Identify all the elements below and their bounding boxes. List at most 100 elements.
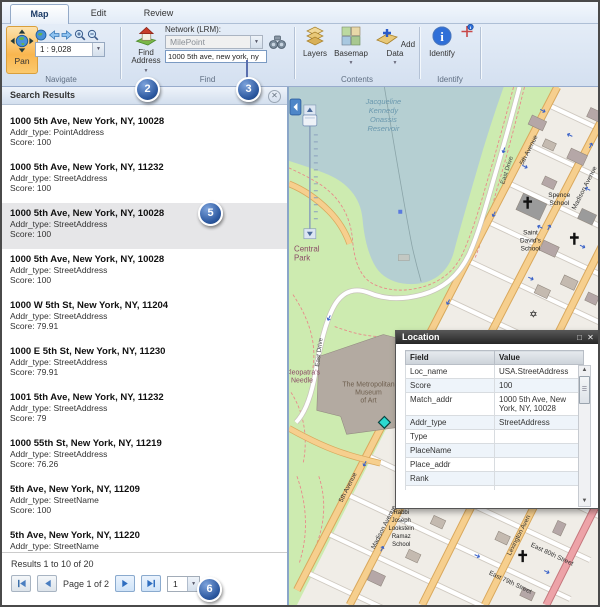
search-result-item[interactable]: 1000 5th Ave, New York, NY, 11232Addr_ty… [2,157,287,203]
search-result-item[interactable]: 5th Ave, New York, NY, 11220Addr_type: S… [2,525,287,553]
page-indicator: Page 1 of 2 [63,579,109,589]
result-score: Score: 100 [10,275,279,285]
svg-text:Jacqueline: Jacqueline [365,97,402,106]
attribute-field: Loc_name [406,365,495,379]
find-address-dropdown-arrow[interactable]: ▼ [128,67,164,76]
zoom-out-button[interactable] [87,28,99,40]
attribute-value [495,472,584,486]
group-contents: Layers Basemap ▼ [295,24,419,85]
layers-icon [304,25,326,47]
layers-button[interactable]: Layers [297,25,333,58]
ribbon-tab-bar: Map Edit Review [2,2,598,24]
last-page-button[interactable] [141,575,161,592]
pagination-controls: Page 1 of 2 1 ▼ [11,575,200,592]
add-data-button[interactable]: Add Data ▼ [375,25,415,68]
result-addr-type: Addr_type: PointAddress [10,127,279,137]
add-data-dropdown-arrow[interactable]: ▼ [375,59,415,68]
find-address-button[interactable]: Find Address ▼ [128,25,164,75]
reservoir-label: Jacqueline Kennedy Onassis Reservoir [365,97,402,133]
scroll-down-arrow[interactable]: ▼ [579,497,590,506]
first-page-button[interactable] [11,575,31,592]
tab-map[interactable]: Map [10,4,69,24]
basemap-dropdown-arrow[interactable]: ▼ [333,59,369,68]
search-result-item[interactable]: 1001 5th Ave, New York, NY, 11232Addr_ty… [2,387,287,433]
attribute-value: 100 [495,379,584,393]
tab-edit[interactable]: Edit [70,4,127,23]
svg-text:Central: Central [294,245,320,254]
group-separator [480,27,482,79]
group-identify: i Identify i Identify [420,24,480,85]
result-score: Score: 76.26 [10,459,279,469]
basemap-button[interactable]: Basemap ▼ [333,25,369,68]
search-result-item[interactable]: 5th Ave, New York, NY, 11209Addr_type: S… [2,479,287,525]
svg-text:School: School [392,542,410,548]
attribute-row-clipped [406,486,584,491]
find-address-label2: Address [128,57,164,66]
attribute-field: Rank [406,472,495,486]
svg-text:Reservoir: Reservoir [367,124,399,133]
result-score: Score: 100 [10,183,279,193]
group-find: Find Address ▼ Network (LRM): MilePoint … [121,24,294,85]
svg-text:Ramaz: Ramaz [392,534,411,540]
search-result-item[interactable]: 1000 5th Ave, New York, NY, 10028Addr_ty… [2,249,287,295]
identify-icon: i [431,25,453,47]
result-addr-type: Addr_type: StreetAddress [10,265,279,275]
find-address-house-icon [135,25,157,46]
pan-button[interactable]: Pan [6,26,38,74]
scroll-thumb[interactable]: ☰ [579,376,590,404]
page-number-value: 1 [173,579,178,589]
next-page-button[interactable] [115,575,135,592]
zoom-in-button[interactable] [74,28,86,40]
search-result-item[interactable]: 1000 5th Ave, New York, NY, 10028Addr_ty… [2,111,287,157]
pan-globe-icon [10,29,34,53]
svg-text:Joseph: Joseph [392,518,411,524]
search-result-item[interactable]: 1000 55th St, New York, NY, 11219Addr_ty… [2,433,287,479]
svg-text:Rabbi: Rabbi [393,510,409,516]
search-binoculars-icon[interactable] [269,35,286,50]
saint-davids-school-label: Saint David's School [520,230,541,253]
identify-label: Identify [429,49,455,58]
result-score: Score: 100 [10,137,279,147]
attribute-row: Loc_nameUSA.StreetAddress [406,365,584,379]
identify-crosshair-icon[interactable]: i [460,24,474,38]
panel-collapse-button[interactable] [290,99,301,115]
map-viewport[interactable]: ✡ Jacqueline Kennedy Onassis Reservoir C… [289,87,598,605]
contents-group-label: Contents [295,75,419,84]
previous-page-button[interactable] [37,575,57,592]
close-icon[interactable]: ✕ [585,331,596,344]
panel-close-icon[interactable]: ✕ [268,90,281,103]
next-extent-button[interactable] [61,28,73,40]
result-address: 1000 5th Ave, New York, NY, 11232 [10,162,279,173]
address-search-input[interactable] [165,50,267,63]
result-addr-type: Addr_type: StreetAddress [10,311,279,321]
page-number-combo[interactable]: 1 ▼ [167,576,200,592]
maximize-icon[interactable]: □ [574,331,585,344]
search-result-item[interactable]: 1000 E 5th St, New York, NY, 11230Addr_t… [2,341,287,387]
location-popup-title: Location [402,332,440,342]
network-lrm-combo[interactable]: MilePoint ▼ [165,35,263,49]
location-attributes-table: Field Value Loc_nameUSA.StreetAddressSco… [405,350,584,490]
result-addr-type: Addr_type: StreetAddress [10,403,279,413]
attribute-row: Type [406,430,584,444]
attribute-row: Addr_typeStreetAddress [406,416,584,430]
layers-label: Layers [303,49,327,58]
full-extent-button[interactable] [35,28,47,40]
identify-button[interactable]: i Identify [424,25,460,58]
previous-extent-button[interactable] [48,28,60,40]
popup-scrollbar[interactable]: ▲ ☰ ▼ [578,365,591,507]
results-summary: Results 1 to 10 of 20 [2,553,287,569]
result-score: Score: 100 [10,229,279,239]
scroll-up-arrow[interactable]: ▲ [579,366,590,375]
scale-combo[interactable]: 1 : 9,028 ▼ [35,42,105,57]
result-addr-type: Addr_type: StreetAddress [10,449,279,459]
location-popup-titlebar[interactable]: Location □ ✕ [396,331,598,344]
scale-dropdown-arrow[interactable]: ▼ [92,43,104,56]
search-results-title: Search Results [10,90,75,100]
search-result-item[interactable]: 1000 5th Ave, New York, NY, 10028Addr_ty… [2,203,287,249]
navigate-group-label: Navigate [2,75,120,84]
tab-review[interactable]: Review [130,4,187,23]
search-result-item[interactable]: 1000 W 5th St, New York, NY, 11204Addr_t… [2,295,287,341]
search-results-footer: Results 1 to 10 of 20 Page 1 of 2 [2,552,287,605]
scale-value: 1 : 9,028 [40,45,71,54]
zoom-slider-thumb[interactable] [303,115,317,126]
